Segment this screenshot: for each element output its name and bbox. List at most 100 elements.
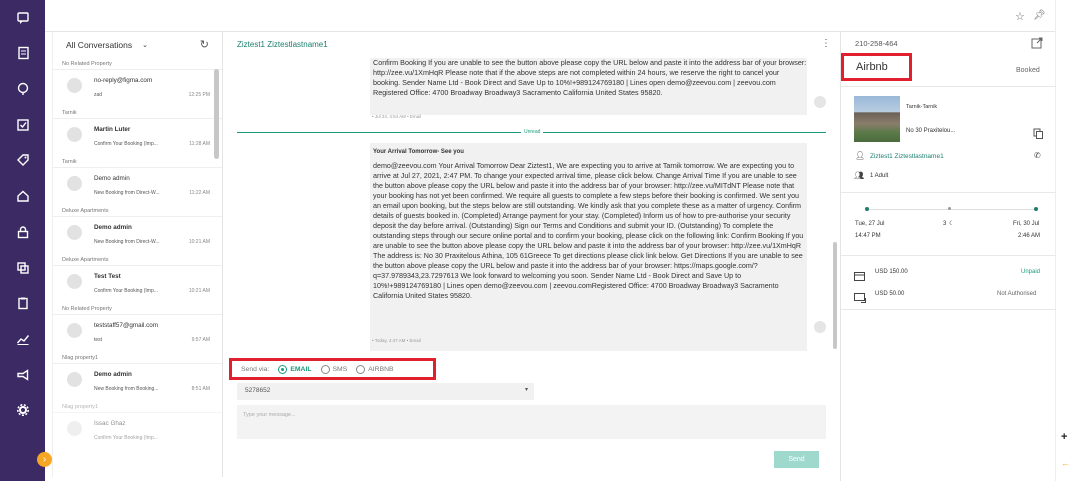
unread-label: Unread	[521, 129, 544, 135]
conversation-time: 12:25 PM	[188, 92, 210, 98]
conversation-group: No Related Property no-reply@figma.com z…	[53, 58, 222, 107]
expand-sidebar-icon[interactable]: ›	[37, 452, 52, 467]
radio-dot	[278, 364, 288, 374]
property-image	[854, 96, 900, 142]
conversation-preview: New Booking from Booking...	[94, 386, 159, 392]
avatar	[67, 274, 82, 289]
checkout-dot	[1034, 207, 1038, 211]
chevron-down-icon: ⌄	[142, 42, 149, 49]
plus-icon[interactable]: +	[1061, 431, 1067, 443]
copy-icon[interactable]	[1033, 127, 1044, 145]
conversation-group: Tarnik Martin Luter Confirm Your Booking…	[53, 107, 222, 156]
lock-icon[interactable]	[0, 221, 45, 243]
message-input-placeholder: Type your message...	[243, 412, 296, 418]
message-bubble: Your Arrival Tomorrow- See you demo@zeev…	[370, 143, 807, 351]
tag-icon[interactable]	[0, 149, 45, 171]
avatar	[67, 176, 82, 191]
conversation-time: 10:21 AM	[188, 239, 210, 245]
checkin-dot	[865, 207, 869, 211]
checkin-date: Tue, 27 Jul	[855, 221, 885, 227]
top-bar: ☆ 📌︎	[45, 0, 1055, 32]
message-meta: • Today, 4:47 AM • Email	[372, 338, 421, 343]
chat-title[interactable]: Ziztest1 Ziztestlastname1	[237, 40, 328, 49]
chat-scrollbar[interactable]	[833, 242, 837, 349]
avatar	[67, 78, 82, 93]
conversation-group: Tarnik Demo admin New Booking from Direc…	[53, 156, 222, 205]
list-item[interactable]: Issac Ghaz Confirm Your Booking (Imp...	[53, 413, 222, 450]
copy-icon[interactable]	[0, 257, 45, 279]
deposit-amount: USD 50.00	[875, 291, 905, 297]
conversation-name: Issac Ghaz	[94, 420, 126, 427]
avatar	[67, 323, 82, 338]
pin-icon[interactable]: 📌︎	[1033, 10, 1046, 21]
settings-icon[interactable]	[0, 399, 45, 421]
list-item[interactable]: Demo admin New Booking from Direct-W... …	[53, 217, 222, 254]
channel-email-radio[interactable]: EMAIL	[278, 364, 312, 374]
home-icon[interactable]	[0, 185, 45, 207]
card-hold-icon	[854, 290, 866, 308]
conversation-group: No Related Property teststaff57@gmail.co…	[53, 303, 222, 352]
group-label: Nlag property1	[53, 352, 222, 364]
chat-icon[interactable]	[0, 7, 45, 29]
list-item[interactable]: Test Test Confirm Your Booking (Imp... 1…	[53, 266, 222, 303]
checklist-icon[interactable]	[0, 114, 45, 136]
conversation-name: Demo admin	[94, 175, 130, 182]
booking-details-panel: 210-258-464 Airbnb Booked Tarnik-Tarnik …	[840, 32, 1056, 481]
filter-label: All Conversations	[66, 40, 133, 50]
channel-airbnb-radio[interactable]: AIRBNB	[356, 364, 394, 374]
timeline-mid-dot	[948, 207, 951, 210]
phone-icon[interactable]: ✆	[1034, 151, 1041, 160]
stay-timeline	[866, 209, 1036, 210]
megaphone-icon[interactable]	[0, 364, 45, 386]
more-options-icon[interactable]: ⋮	[821, 38, 831, 49]
avatar	[67, 421, 82, 436]
conversation-name: no-reply@figma.com	[94, 77, 153, 84]
conversation-time: 11:28 AM	[189, 141, 210, 147]
message-bubble: Confirm Booking If you are unable to see…	[370, 58, 807, 115]
open-external-icon[interactable]	[1031, 36, 1043, 54]
conversation-list: All Conversations ⌄ ↻ No Related Propert…	[52, 32, 223, 477]
send-button[interactable]: Send	[774, 451, 819, 468]
conversation-filter[interactable]: All Conversations ⌄ ↻	[53, 32, 222, 58]
group-label: Tarnik	[53, 107, 222, 119]
payment-status: Unpaid	[1021, 269, 1041, 275]
list-item[interactable]: no-reply@figma.com zad 12:25 PM	[53, 70, 222, 107]
deposit-status: Not Authorised	[997, 291, 1037, 297]
list-item[interactable]: Demo admin New Booking from Booking... 8…	[53, 364, 222, 401]
message-input[interactable]: Type your message...	[237, 405, 826, 439]
divider	[841, 255, 1056, 256]
phone-select[interactable]: 5278652 ▾	[237, 383, 534, 400]
list-item[interactable]: Martin Luter Confirm Your Booking (Imp..…	[53, 119, 222, 156]
list-item[interactable]: Demo admin New Booking from Direct-W... …	[53, 168, 222, 205]
conversation-preview: New Booking from Direct-W...	[94, 190, 160, 196]
divider	[841, 192, 1056, 193]
conversation-name: Test Test	[94, 273, 121, 280]
card-icon	[854, 268, 865, 286]
phone-number: 210-258-464	[855, 39, 898, 48]
channel-sms-radio[interactable]: SMS	[320, 364, 348, 374]
refresh-icon[interactable]: ↻	[200, 38, 209, 51]
send-via-label: Send via:	[241, 365, 270, 373]
star-icon[interactable]: ☆	[1015, 10, 1025, 23]
message-title: Your Arrival Tomorrow- See you	[373, 149, 464, 155]
brain-icon[interactable]	[0, 78, 45, 100]
checkout-time: 2:46 AM	[1018, 233, 1041, 239]
guest-count: 1 Adult	[870, 173, 889, 179]
list-item[interactable]: teststaff57@gmail.com test 9:57 AM	[53, 315, 222, 352]
analytics-icon[interactable]	[0, 328, 45, 350]
guest-name[interactable]: Ziztest1 Ziztestlastname1	[870, 153, 944, 160]
phone-select-value: 5278652	[245, 387, 271, 394]
message-meta: • Jul 24, 4:54 AM • Email	[372, 114, 422, 119]
book-icon[interactable]	[0, 42, 45, 64]
conversation-group: Deluxe Apartments Test Test Confirm Your…	[53, 254, 222, 303]
clipboard-icon[interactable]	[0, 292, 45, 314]
collapse-arrow-icon[interactable]: ←	[1061, 458, 1070, 468]
avatar	[67, 372, 82, 387]
conversation-time: 8:51 AM	[191, 386, 210, 392]
channel-label: SMS	[332, 365, 348, 373]
conversation-group: Deluxe Apartments Demo admin New Booking…	[53, 205, 222, 254]
chat-panel: Ziztest1 Ziztestlastname1 ⋮ Confirm Book…	[225, 32, 838, 481]
radio-dot	[320, 364, 330, 374]
booking-channel: Airbnb	[841, 53, 912, 81]
avatar	[67, 127, 82, 142]
